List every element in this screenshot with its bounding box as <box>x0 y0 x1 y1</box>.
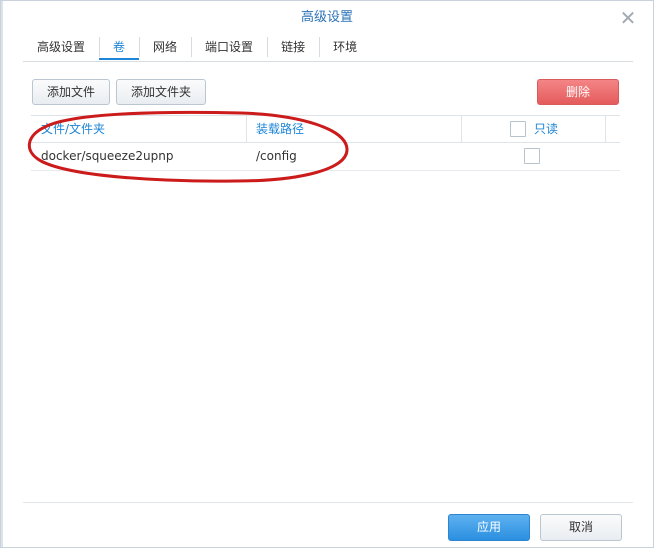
window-edge <box>1 1 3 547</box>
column-divider <box>461 116 462 142</box>
column-divider <box>605 116 606 142</box>
column-header-file[interactable]: 文件/文件夹 <box>41 116 105 142</box>
add-folder-button[interactable]: 添加文件夹 <box>116 79 206 105</box>
tab-bar: 高级设置 卷 网络 端口设置 链接 环境 <box>23 35 371 61</box>
tab-links[interactable]: 链接 <box>267 35 319 59</box>
cell-file: docker/squeeze2upnp <box>41 149 174 163</box>
cancel-button[interactable]: 取消 <box>540 514 622 541</box>
advanced-settings-dialog: 高级设置 ✕ 高级设置 卷 网络 端口设置 链接 环境 添加文件 添加文件夹 删… <box>0 0 654 548</box>
tab-advanced-settings[interactable]: 高级设置 <box>23 35 99 59</box>
select-all-readonly-checkbox[interactable] <box>510 121 526 137</box>
readonly-checkbox[interactable] <box>524 148 540 164</box>
close-icon[interactable]: ✕ <box>619 8 637 28</box>
table-row[interactable]: docker/squeeze2upnp /config <box>31 143 620 171</box>
cell-mount-path[interactable]: /config <box>256 143 297 170</box>
footer-divider <box>23 502 633 503</box>
tab-divider <box>23 61 633 62</box>
tab-port-settings[interactable]: 端口设置 <box>191 35 267 59</box>
column-divider <box>246 116 247 142</box>
tab-network[interactable]: 网络 <box>139 35 191 59</box>
tab-environment[interactable]: 环境 <box>319 35 371 59</box>
apply-button[interactable]: 应用 <box>448 514 530 541</box>
table-header: 文件/文件夹 装载路径 只读 <box>31 115 620 143</box>
column-header-mount-path[interactable]: 装载路径 <box>256 116 304 142</box>
volume-table: 文件/文件夹 装载路径 只读 docker/squeeze2upnp /conf… <box>31 115 620 171</box>
add-file-button[interactable]: 添加文件 <box>32 79 110 105</box>
tab-volume[interactable]: 卷 <box>99 35 140 60</box>
dialog-title: 高级设置 <box>300 10 353 25</box>
delete-button[interactable]: 删除 <box>537 79 619 105</box>
column-header-readonly[interactable]: 只读 <box>534 116 558 142</box>
